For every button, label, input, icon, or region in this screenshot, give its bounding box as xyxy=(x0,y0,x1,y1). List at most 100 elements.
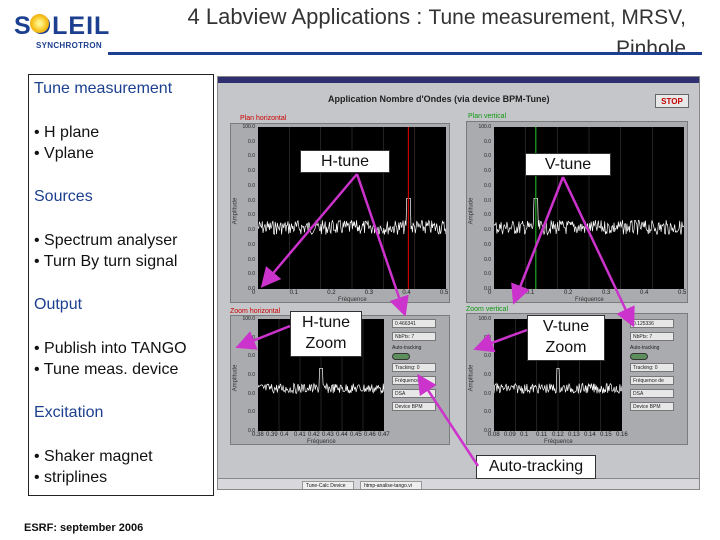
x-axis-name: Fréquence xyxy=(307,439,336,445)
v-spectrum-plot[interactable] xyxy=(493,127,685,289)
y-tick-label: 0.0 xyxy=(484,241,491,248)
control-field[interactable]: NbPts: 7 xyxy=(630,332,674,341)
x-tick-label: 0.47 xyxy=(378,432,390,438)
section-heading-sources: Sources xyxy=(34,188,93,205)
control-field[interactable]: DSA xyxy=(630,389,674,398)
item-spectrum-analyser: • Spectrum analyser xyxy=(34,232,178,249)
auto-tracking-label: Auto-tracking xyxy=(392,345,422,351)
y-tick-label: 0.0 xyxy=(248,334,255,341)
control-field[interactable]: DSA xyxy=(392,389,436,398)
section-heading-tune: Tune measurement xyxy=(34,80,173,97)
x-tick-label: 0.4 xyxy=(640,290,649,296)
x-tick-label: 0.45 xyxy=(350,432,362,438)
callout-h-tune-zoom-line2: Zoom xyxy=(305,335,347,352)
control-field[interactable]: Tracking: 0 xyxy=(392,363,436,372)
control-field[interactable]: Device BPM xyxy=(392,402,436,411)
y-tick-label: 0.0 xyxy=(248,182,255,189)
y-tick-label: 0.0 xyxy=(248,168,255,175)
taskbar: Tune-Calc Device htmp-analise-tango.vi xyxy=(218,478,699,489)
y-tick-label: 0.0 xyxy=(484,409,491,416)
y-tick-label: 0.0 xyxy=(484,390,491,397)
callout-v-tune-zoom-line1: V-tune xyxy=(542,318,590,335)
app-title: Application Nombre d'Ondes (via device B… xyxy=(328,94,550,104)
item-striplines: • striplines xyxy=(34,469,108,486)
x-tick-label: 0.2 xyxy=(564,290,573,296)
auto-tracking-label: Auto-tracking xyxy=(630,345,660,351)
stop-button[interactable]: STOP xyxy=(655,94,689,108)
y-tick-label: 0.0 xyxy=(484,256,491,263)
x-tick-label: 0.1 xyxy=(526,290,535,296)
taskbar-item-vi[interactable]: htmp-analise-tango.vi xyxy=(360,481,422,489)
footer-note: ESRF: september 2006 xyxy=(24,522,144,534)
x-tick-label: 0.43 xyxy=(322,432,334,438)
callout-h-tune-zoom-line1: H-tune xyxy=(301,314,351,331)
soleil-logo: SOLEIL SYNCHROTRON xyxy=(8,10,111,54)
y-tick-label: 100.0 xyxy=(242,124,255,130)
item-v-plane: • Vplane xyxy=(34,145,94,162)
auto-tracking-toggle[interactable] xyxy=(392,353,410,360)
logo-text: SOLEIL xyxy=(14,12,111,40)
x-tick-label: 0.1 xyxy=(520,432,529,438)
logo-subtext: SYNCHROTRON xyxy=(36,41,102,50)
x-tick-label: 0.44 xyxy=(336,432,348,438)
control-field[interactable]: Fréquence de xyxy=(630,376,674,385)
x-tick-label: 0.38 xyxy=(252,432,264,438)
x-tick-label: 0.5 xyxy=(678,290,687,296)
plan-v-label: Plan vertical xyxy=(468,113,507,120)
callout-v-tune-zoom: V-tune Zoom xyxy=(527,315,605,361)
callout-h-tune-zoom: H-tune Zoom xyxy=(290,311,362,357)
y-tick-label: 0.0 xyxy=(248,409,255,416)
y-axis-name: Amplitude xyxy=(232,364,239,392)
x-tick-label: 0.42 xyxy=(308,432,320,438)
y-tick-label: 0.0 xyxy=(484,227,491,234)
title-line1-rest: Tune measurement, MRSV, xyxy=(428,6,686,29)
callout-v-tune: V-tune xyxy=(525,153,611,176)
item-h-plane: • H plane xyxy=(34,124,100,141)
y-axis-name: Amplitude xyxy=(468,197,475,225)
y-tick-label: 0.0 xyxy=(248,138,255,145)
y-axis-name: Amplitude xyxy=(232,197,239,225)
x-axis-name: Fréquence xyxy=(575,297,604,303)
y-tick-label: 0.0 xyxy=(484,168,491,175)
labview-screenshot: Application Nombre d'Ondes (via device B… xyxy=(217,76,700,490)
x-axis-name: Fréquence xyxy=(544,439,573,445)
x-tick-label: 0.11 xyxy=(536,432,548,438)
y-tick-label: 100.0 xyxy=(242,316,255,322)
item-publish-tango: • Publish into TANGO xyxy=(34,340,187,357)
y-tick-label: 0.0 xyxy=(248,227,255,234)
x-tick-label: 0.08 xyxy=(488,432,500,438)
control-field[interactable]: 0.466341 xyxy=(392,319,436,328)
y-tick-label: 0.0 xyxy=(248,390,255,397)
x-tick-label: 0.39 xyxy=(266,432,278,438)
y-tick-label: 0.0 xyxy=(484,182,491,189)
x-tick-label: 0.15 xyxy=(600,432,612,438)
control-field[interactable]: NbPts: 7 xyxy=(392,332,436,341)
x-tick-label: 0.5 xyxy=(440,290,449,296)
callout-v-tune-zoom-line2: Zoom xyxy=(545,339,587,356)
control-field[interactable]: Device BPM xyxy=(630,402,674,411)
x-tick-label: 0.41 xyxy=(294,432,306,438)
x-tick-label: 0.09 xyxy=(504,432,516,438)
y-tick-label: 100.0 xyxy=(478,316,491,322)
taskbar-item-device[interactable]: Tune-Calc Device xyxy=(302,481,354,489)
x-tick-label: 0.1 xyxy=(289,290,298,296)
x-tick-label: 0.4 xyxy=(402,290,411,296)
plan-h-label: Plan horizontal xyxy=(240,115,287,122)
title-line1: 4 Labview Applications : xyxy=(187,4,429,29)
x-tick-label: 0.3 xyxy=(364,290,374,296)
x-tick-label: 0 xyxy=(488,290,492,296)
y-tick-label: 0.0 xyxy=(248,153,255,160)
control-field[interactable]: Fréquence de xyxy=(392,376,436,385)
control-field[interactable]: 0.125336 xyxy=(630,319,674,328)
control-field[interactable]: Tracking: 0 xyxy=(630,363,674,372)
y-axis-name: Amplitude xyxy=(468,364,475,392)
x-tick-label: 0 xyxy=(252,290,256,296)
item-shaker-magnet: • Shaker magnet xyxy=(34,448,153,465)
title-underline xyxy=(108,52,702,55)
y-tick-label: 0.0 xyxy=(484,138,491,145)
auto-tracking-toggle[interactable] xyxy=(630,353,648,360)
x-tick-label: 0.13 xyxy=(568,432,580,438)
y-tick-label: 0.0 xyxy=(248,353,255,360)
y-tick-label: 0.0 xyxy=(484,334,491,341)
x-tick-label: 0.14 xyxy=(584,432,596,438)
